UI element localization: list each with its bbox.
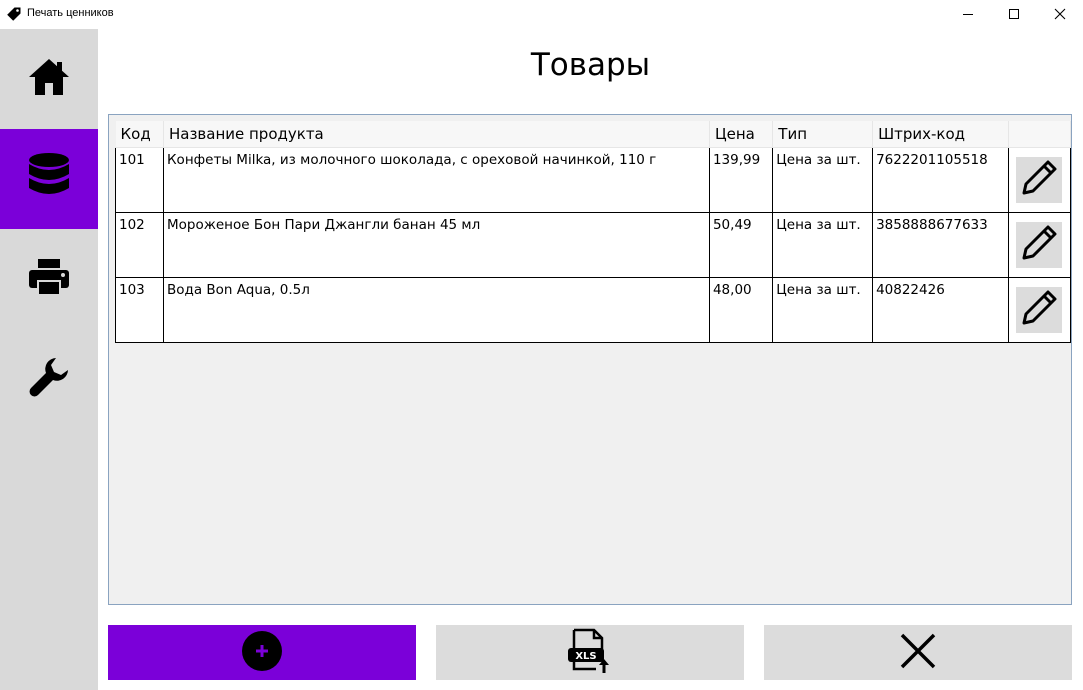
cell-name[interactable]: Вода Bon Aqua, 0.5л (162, 277, 710, 343)
sidebar-item-home[interactable] (0, 29, 98, 129)
xls-export-icon: XLS (566, 627, 614, 679)
column-header-name[interactable]: Название продукта (163, 121, 710, 148)
minimize-icon (962, 5, 974, 24)
cell-name[interactable]: Конфеты Milka, из молочного шоколада, с … (162, 147, 710, 213)
close-window-button[interactable] (1037, 0, 1083, 29)
cell-barcode[interactable]: 7622201105518 (872, 147, 1009, 213)
column-header-actions (1008, 121, 1072, 148)
printer-icon (27, 257, 71, 301)
maximize-button[interactable] (991, 0, 1037, 29)
page-title: Товары (530, 47, 651, 83)
cell-name[interactable]: Мороженое Бон Пари Джангли банан 45 мл (162, 212, 710, 278)
column-header-price[interactable]: Цена (709, 121, 774, 148)
close-x-icon (898, 631, 938, 675)
cell-type[interactable]: Цена за шт. (772, 277, 874, 343)
window-title: Печать ценников (27, 7, 114, 19)
export-xls-button[interactable]: XLS (436, 625, 744, 680)
cell-actions (1007, 277, 1072, 343)
home-icon (27, 57, 71, 101)
column-header-code[interactable]: Код (115, 121, 164, 148)
table-header-row: Код Название продукта Цена Тип Штрих-код (115, 121, 1072, 148)
sidebar (0, 29, 98, 690)
table-row[interactable]: 102 Мороженое Бон Пари Джангли банан 45 … (115, 212, 1072, 278)
cancel-button[interactable] (764, 625, 1072, 680)
cell-actions (1007, 147, 1072, 213)
pencil-icon (1019, 158, 1059, 202)
sidebar-item-print[interactable] (0, 229, 98, 329)
main-panel: Товары Код Название продукта Цена Тип Шт… (98, 29, 1083, 690)
plus-circle-icon (241, 630, 283, 676)
table-row[interactable]: 103 Вода Bon Aqua, 0.5л 48,00 Цена за шт… (115, 277, 1072, 343)
cell-code[interactable]: 102 (115, 212, 164, 278)
database-icon (27, 152, 71, 206)
cell-code[interactable]: 101 (115, 147, 164, 213)
cell-price[interactable]: 139,99 (708, 147, 774, 213)
minimize-button[interactable] (945, 0, 991, 29)
cell-type[interactable]: Цена за шт. (772, 212, 874, 278)
sidebar-item-settings[interactable] (0, 329, 98, 429)
cell-type[interactable]: Цена за шт. (772, 147, 874, 213)
column-header-barcode[interactable]: Штрих-код (872, 121, 1009, 148)
xls-icon-label: XLS (575, 651, 596, 662)
cell-actions (1007, 212, 1072, 278)
title-bar: Печать ценников (0, 0, 1083, 29)
edit-button[interactable] (1016, 222, 1063, 268)
edit-button[interactable] (1016, 157, 1063, 203)
cell-barcode[interactable]: 40822426 (872, 277, 1009, 343)
pencil-icon (1019, 223, 1059, 267)
close-icon (1054, 5, 1066, 24)
sidebar-item-database[interactable] (0, 129, 98, 229)
edit-button[interactable] (1016, 287, 1063, 333)
cell-barcode[interactable]: 3858888677633 (872, 212, 1009, 278)
cell-price[interactable]: 48,00 (708, 277, 774, 343)
pencil-icon (1019, 288, 1059, 332)
table-row[interactable]: 101 Конфеты Milka, из молочного шоколада… (115, 147, 1072, 213)
cell-price[interactable]: 50,49 (708, 212, 774, 278)
wrench-icon (28, 356, 70, 402)
maximize-icon (1008, 5, 1020, 24)
products-table-frame: Код Название продукта Цена Тип Штрих-код… (108, 114, 1072, 605)
add-product-button[interactable] (108, 625, 416, 680)
cell-code[interactable]: 103 (115, 277, 164, 343)
products-table: Код Название продукта Цена Тип Штрих-код… (115, 121, 1072, 343)
price-tag-icon (6, 6, 22, 22)
column-header-type[interactable]: Тип (772, 121, 874, 148)
